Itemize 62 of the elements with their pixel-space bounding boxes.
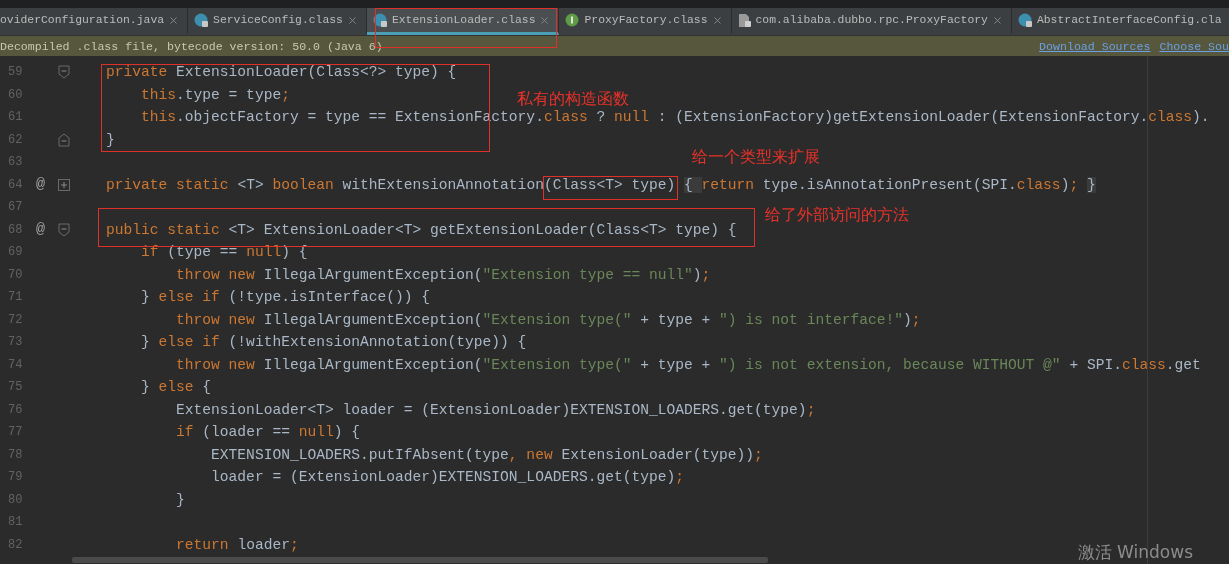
line-number: 72	[7, 312, 23, 327]
code-line: } else if (!type.isInterface()) {	[140, 289, 431, 306]
code-line: this.type = type;	[140, 86, 290, 103]
line-number: 64	[7, 177, 23, 192]
override-marker[interactable]: @	[36, 221, 45, 239]
override-marker[interactable]: @	[36, 176, 45, 194]
activation-notice: 激活 Windows	[1077, 541, 1193, 564]
code-line: } else {	[140, 379, 212, 396]
annotation-note: 私有的构造函数	[517, 89, 629, 110]
code-line: loader = (ExtensionLoader)EXTENSION_LOADERS.get(type);	[210, 469, 684, 486]
scrollbar-thumb[interactable]	[72, 557, 768, 563]
code-line: private ExtensionLoader(Class<?> type) {	[106, 64, 457, 81]
code-line: } else if (!withExtensionAnnotation(type)) {	[140, 334, 527, 351]
class-icon	[1017, 12, 1033, 28]
code-line: throw new IllegalArgumentException("Extension type(" + type + ") is not extension, because WITHOUT @" + SPI.class.get	[175, 356, 1201, 373]
expand-icon[interactable]	[58, 178, 70, 191]
line-number: 67	[7, 200, 23, 215]
close-icon[interactable]	[711, 14, 723, 26]
code-line: return loader;	[175, 536, 299, 553]
line-number: 80	[7, 492, 23, 507]
code-line: throw new IllegalArgumentException("Extension type(" + type + ") is not interface!");	[175, 311, 921, 328]
class-icon	[372, 12, 388, 28]
fold-icon[interactable]	[58, 132, 70, 147]
code-line: throw new IllegalArgumentException("Extension type == null");	[175, 266, 711, 283]
line-number: 63	[7, 155, 23, 170]
line-number: 74	[7, 357, 23, 372]
line-number: 62	[7, 132, 23, 147]
decompiled-notice: Decompiled .class file, bytecode version: 50.0 (Java 6)	[0, 39, 383, 53]
class-icon	[194, 12, 210, 28]
close-icon[interactable]	[539, 14, 551, 26]
editor-tab[interactable]: ExtensionLoader.class	[366, 8, 560, 35]
code-line: }	[106, 131, 115, 148]
code-line: public static <T> ExtensionLoader<T> getExtensionLoader(Class<T> type) {	[106, 221, 737, 238]
line-number: 82	[7, 537, 23, 552]
line-number: 81	[7, 515, 23, 530]
editor-tab[interactable]: oviderConfiguration.java	[0, 8, 189, 35]
line-number: 59	[7, 65, 23, 80]
code-line: EXTENSION_LOADERS.putIfAbsent(type, new ExtensionLoader(type));	[210, 446, 763, 463]
fold-icon[interactable]	[58, 222, 70, 237]
line-number: 68	[7, 222, 23, 237]
line-number: 70	[7, 267, 23, 282]
line-number: 60	[7, 87, 23, 102]
annotation-note: 给了外部访问的方法	[765, 205, 909, 226]
line-number: 75	[7, 380, 23, 395]
line-number: 76	[7, 402, 23, 417]
annotation-note: 给一个类型来扩展	[692, 147, 820, 168]
close-icon[interactable]	[346, 14, 358, 26]
line-number: 79	[7, 470, 23, 485]
line-number: 73	[7, 335, 23, 350]
close-icon[interactable]	[991, 14, 1003, 26]
line-number: 69	[7, 245, 23, 260]
line-number: 71	[7, 290, 23, 305]
close-icon[interactable]	[168, 14, 180, 26]
interface-icon	[565, 12, 581, 28]
line-number: 78	[7, 447, 23, 462]
line-number: 77	[7, 425, 23, 440]
file-icon	[737, 12, 752, 28]
fold-icon[interactable]	[58, 65, 70, 80]
code-line: ExtensionLoader<T> loader = (ExtensionLoader)EXTENSION_LOADERS.get(type);	[175, 401, 816, 418]
line-number: 61	[7, 110, 23, 125]
code-line: if (loader == null) {	[175, 424, 360, 441]
code-line: }	[175, 491, 185, 508]
